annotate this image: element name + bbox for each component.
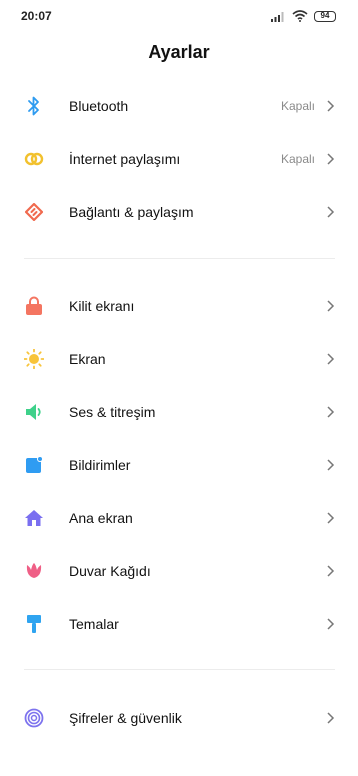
- settings-item-connection-sharing[interactable]: Bağlantı & paylaşım: [0, 185, 358, 238]
- settings-item-notifications[interactable]: Bildirimler: [0, 438, 358, 491]
- chevron-right-icon: [327, 511, 335, 524]
- fingerprint-icon: [24, 708, 44, 728]
- chevron-right-icon: [327, 711, 335, 724]
- battery-icon: 94: [314, 10, 336, 22]
- settings-item-label: Bildirimler: [69, 456, 131, 473]
- chevron-right-icon: [327, 617, 335, 630]
- settings-item-label: Ana ekran: [69, 509, 133, 526]
- chevron-right-icon: [327, 152, 335, 165]
- settings-item-label: İnternet paylaşımı: [69, 150, 181, 167]
- page-title: Ayarlar: [148, 42, 210, 62]
- home-icon: [24, 508, 44, 528]
- section-divider: [24, 669, 335, 670]
- connection-sharing-icon: [24, 202, 44, 222]
- battery-level: 94: [320, 11, 330, 20]
- status-icons: 94: [271, 10, 336, 22]
- lock-icon: [24, 296, 44, 316]
- hotspot-icon: [24, 149, 44, 169]
- settings-item-value: Kapalı: [280, 98, 315, 113]
- sun-icon: [24, 348, 44, 369]
- speaker-icon: [24, 402, 44, 422]
- paintbrush-icon: [24, 614, 44, 634]
- settings-item-display[interactable]: Ekran: [0, 332, 358, 385]
- settings-item-themes[interactable]: Temalar: [0, 597, 358, 650]
- notification-icon: [24, 455, 44, 475]
- settings-item-bluetooth[interactable]: Bluetooth Kapalı: [0, 79, 358, 132]
- settings-item-label: Şifreler & güvenlik: [69, 709, 182, 726]
- settings-item-lock-screen[interactable]: Kilit ekranı: [0, 279, 358, 332]
- chevron-right-icon: [327, 458, 335, 471]
- chevron-right-icon: [327, 352, 335, 365]
- status-time: 20:07: [21, 9, 52, 23]
- settings-item-label: Ses & titreşim: [69, 403, 156, 420]
- settings-item-sound[interactable]: Ses & titreşim: [0, 385, 358, 438]
- chevron-right-icon: [327, 299, 335, 312]
- settings-item-home-screen[interactable]: Ana ekran: [0, 491, 358, 544]
- signal-icon: [271, 11, 284, 22]
- settings-item-label: Temalar: [69, 615, 119, 632]
- chevron-right-icon: [327, 205, 335, 218]
- chevron-right-icon: [327, 405, 335, 418]
- settings-item-label: Bağlantı & paylaşım: [69, 203, 194, 220]
- settings-item-label: Ekran: [69, 350, 106, 367]
- section-divider: [24, 258, 335, 259]
- wifi-icon: [292, 10, 308, 22]
- settings-item-wallpaper[interactable]: Duvar Kağıdı: [0, 544, 358, 597]
- settings-item-label: Bluetooth: [69, 97, 129, 114]
- bluetooth-icon: [24, 96, 44, 116]
- settings-item-passwords-security[interactable]: Şifreler & güvenlik: [0, 691, 358, 744]
- settings-item-value: Kapalı: [280, 151, 315, 166]
- settings-item-label: Kilit ekranı: [69, 297, 135, 314]
- settings-item-hotspot[interactable]: İnternet paylaşımı Kapalı: [0, 132, 358, 185]
- tulip-icon: [24, 561, 44, 581]
- chevron-right-icon: [327, 564, 335, 577]
- status-bar: 20:07 94: [0, 0, 358, 32]
- settings-item-label: Duvar Kağıdı: [69, 562, 151, 579]
- chevron-right-icon: [327, 99, 335, 112]
